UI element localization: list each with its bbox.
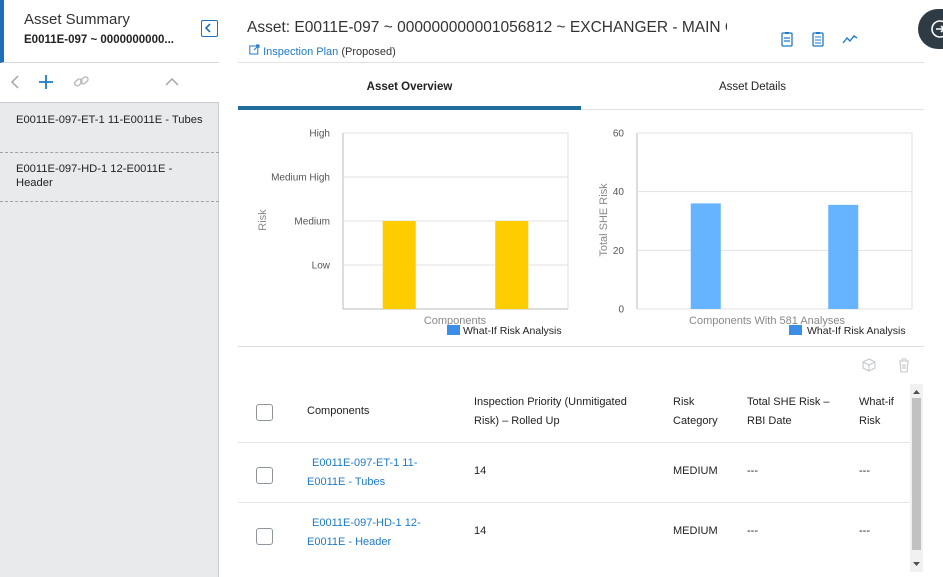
risk-chart: Risk Components What-If Risk Analysis Lo…: [257, 129, 569, 337]
tab-asset-details[interactable]: Asset Details: [581, 63, 924, 110]
sidebar-item-tubes[interactable]: E0011E-097-ET-1 11-E0011E - Tubes: [0, 104, 219, 153]
trash-icon[interactable]: [896, 357, 912, 373]
sidebar: Asset Summary E0011E-097 ~ 0000000000...…: [0, 0, 219, 577]
sidebar-subtitle: E0011E-097 ~ 0000000000...: [24, 34, 174, 46]
scrollbar-thumb[interactable]: [912, 398, 921, 550]
report-icon[interactable]: [779, 31, 795, 47]
whatif-risk-cell: ---: [859, 525, 870, 537]
chart-bar: [690, 203, 721, 309]
select-all-checkbox[interactable]: [256, 404, 273, 421]
legend-swatch: [447, 325, 460, 335]
chart-bar: [828, 204, 859, 309]
row-checkbox[interactable]: [256, 528, 273, 545]
section-divider: [238, 346, 924, 347]
y-tick-label: Medium High: [271, 173, 330, 184]
sidebar-item-label: E0011E-097-HD-1 12-E0011E - Header: [16, 163, 173, 189]
whatif-risk-cell: ---: [859, 465, 870, 477]
priority-cell: 14: [474, 525, 487, 537]
column-header-risk-category[interactable]: Risk Category: [673, 393, 728, 431]
tab-asset-overview[interactable]: Asset Overview: [238, 63, 581, 110]
she-risk-chart: Total SHE Risk Components With 581 Analy…: [598, 129, 913, 337]
she-risk-cell: ---: [747, 465, 758, 477]
component-link[interactable]: E0011E-097-ET-1 11-E0011E - Tubes: [307, 454, 422, 492]
y-tick-label: 60: [613, 129, 625, 140]
column-header-whatif-risk[interactable]: What-if Risk: [859, 393, 904, 431]
scroll-down-icon[interactable]: [910, 558, 923, 570]
collapse-sidebar-icon[interactable]: [201, 20, 218, 37]
clipboard-icon[interactable]: [810, 31, 826, 47]
column-header-components[interactable]: Components: [307, 402, 369, 421]
y-axis-label: Total SHE Risk: [598, 183, 610, 257]
table-scrollbar[interactable]: [910, 384, 923, 572]
trend-chart-icon[interactable]: [842, 31, 858, 47]
y-tick-label: 40: [613, 187, 625, 198]
link-icon[interactable]: [70, 71, 92, 93]
plan-status: (Proposed): [341, 46, 396, 58]
inspection-plan-link[interactable]: Inspection Plan: [263, 46, 338, 58]
y-tick-label: 0: [618, 305, 624, 316]
risk-category-cell: MEDIUM: [673, 525, 718, 537]
exit-button[interactable]: [918, 9, 943, 49]
page-title: Asset: E0011E-097 ~ 000000000001056812 ~…: [247, 19, 727, 36]
legend-swatch: [789, 325, 802, 335]
y-tick-label: High: [309, 129, 330, 140]
plus-icon[interactable]: [35, 71, 57, 93]
y-axis-label: Risk: [257, 209, 269, 231]
chart-bar: [382, 221, 416, 309]
sidebar-title: Asset Summary: [24, 11, 130, 28]
component-link[interactable]: E0011E-097-HD-1 12-E0011E - Header: [307, 514, 427, 552]
sidebar-toolbar: [0, 63, 219, 103]
sidebar-item-header[interactable]: E0011E-097-HD-1 12-E0011E - Header: [0, 153, 219, 202]
table-row: E0011E-097-ET-1 11-E0011E - Tubes 14 MED…: [238, 443, 910, 503]
legend-label: What-If Risk Analysis: [463, 325, 562, 337]
risk-category-cell: MEDIUM: [673, 465, 718, 477]
main-panel: Asset: E0011E-097 ~ 000000000001056812 ~…: [220, 0, 943, 577]
y-tick-label: Low: [312, 261, 331, 272]
app-window: Asset Summary E0011E-097 ~ 0000000000...…: [0, 0, 943, 577]
priority-cell: 14: [474, 465, 487, 477]
table-row: E0011E-097-HD-1 12-E0011E - Header 14 ME…: [238, 503, 910, 563]
chart-bar: [495, 221, 529, 309]
scroll-up-icon[interactable]: [910, 386, 923, 398]
legend-label: What-If Risk Analysis: [807, 325, 906, 337]
cube-icon[interactable]: [861, 357, 877, 373]
row-checkbox[interactable]: [256, 467, 273, 484]
y-tick-label: 20: [613, 246, 625, 257]
sidebar-item-label: E0011E-097-ET-1 11-E0011E - Tubes: [16, 114, 203, 126]
she-risk-cell: ---: [747, 525, 758, 537]
chevron-up-icon[interactable]: [161, 71, 183, 93]
inspection-plan-row: Inspection Plan (Proposed): [249, 44, 396, 58]
column-header-inspection-priority[interactable]: Inspection Priority (Unmitigated Risk) –…: [474, 393, 644, 431]
external-link-icon[interactable]: [249, 44, 263, 58]
table-header-row: Components Inspection Priority (Unmitiga…: [238, 384, 910, 443]
y-tick-label: Medium: [294, 217, 330, 228]
tab-bar: Asset Overview Asset Details: [238, 62, 924, 110]
sidebar-header: Asset Summary E0011E-097 ~ 0000000000...: [0, 0, 219, 63]
chevron-left-icon[interactable]: [5, 71, 27, 93]
column-header-she-risk[interactable]: Total SHE Risk – RBI Date: [747, 393, 842, 431]
